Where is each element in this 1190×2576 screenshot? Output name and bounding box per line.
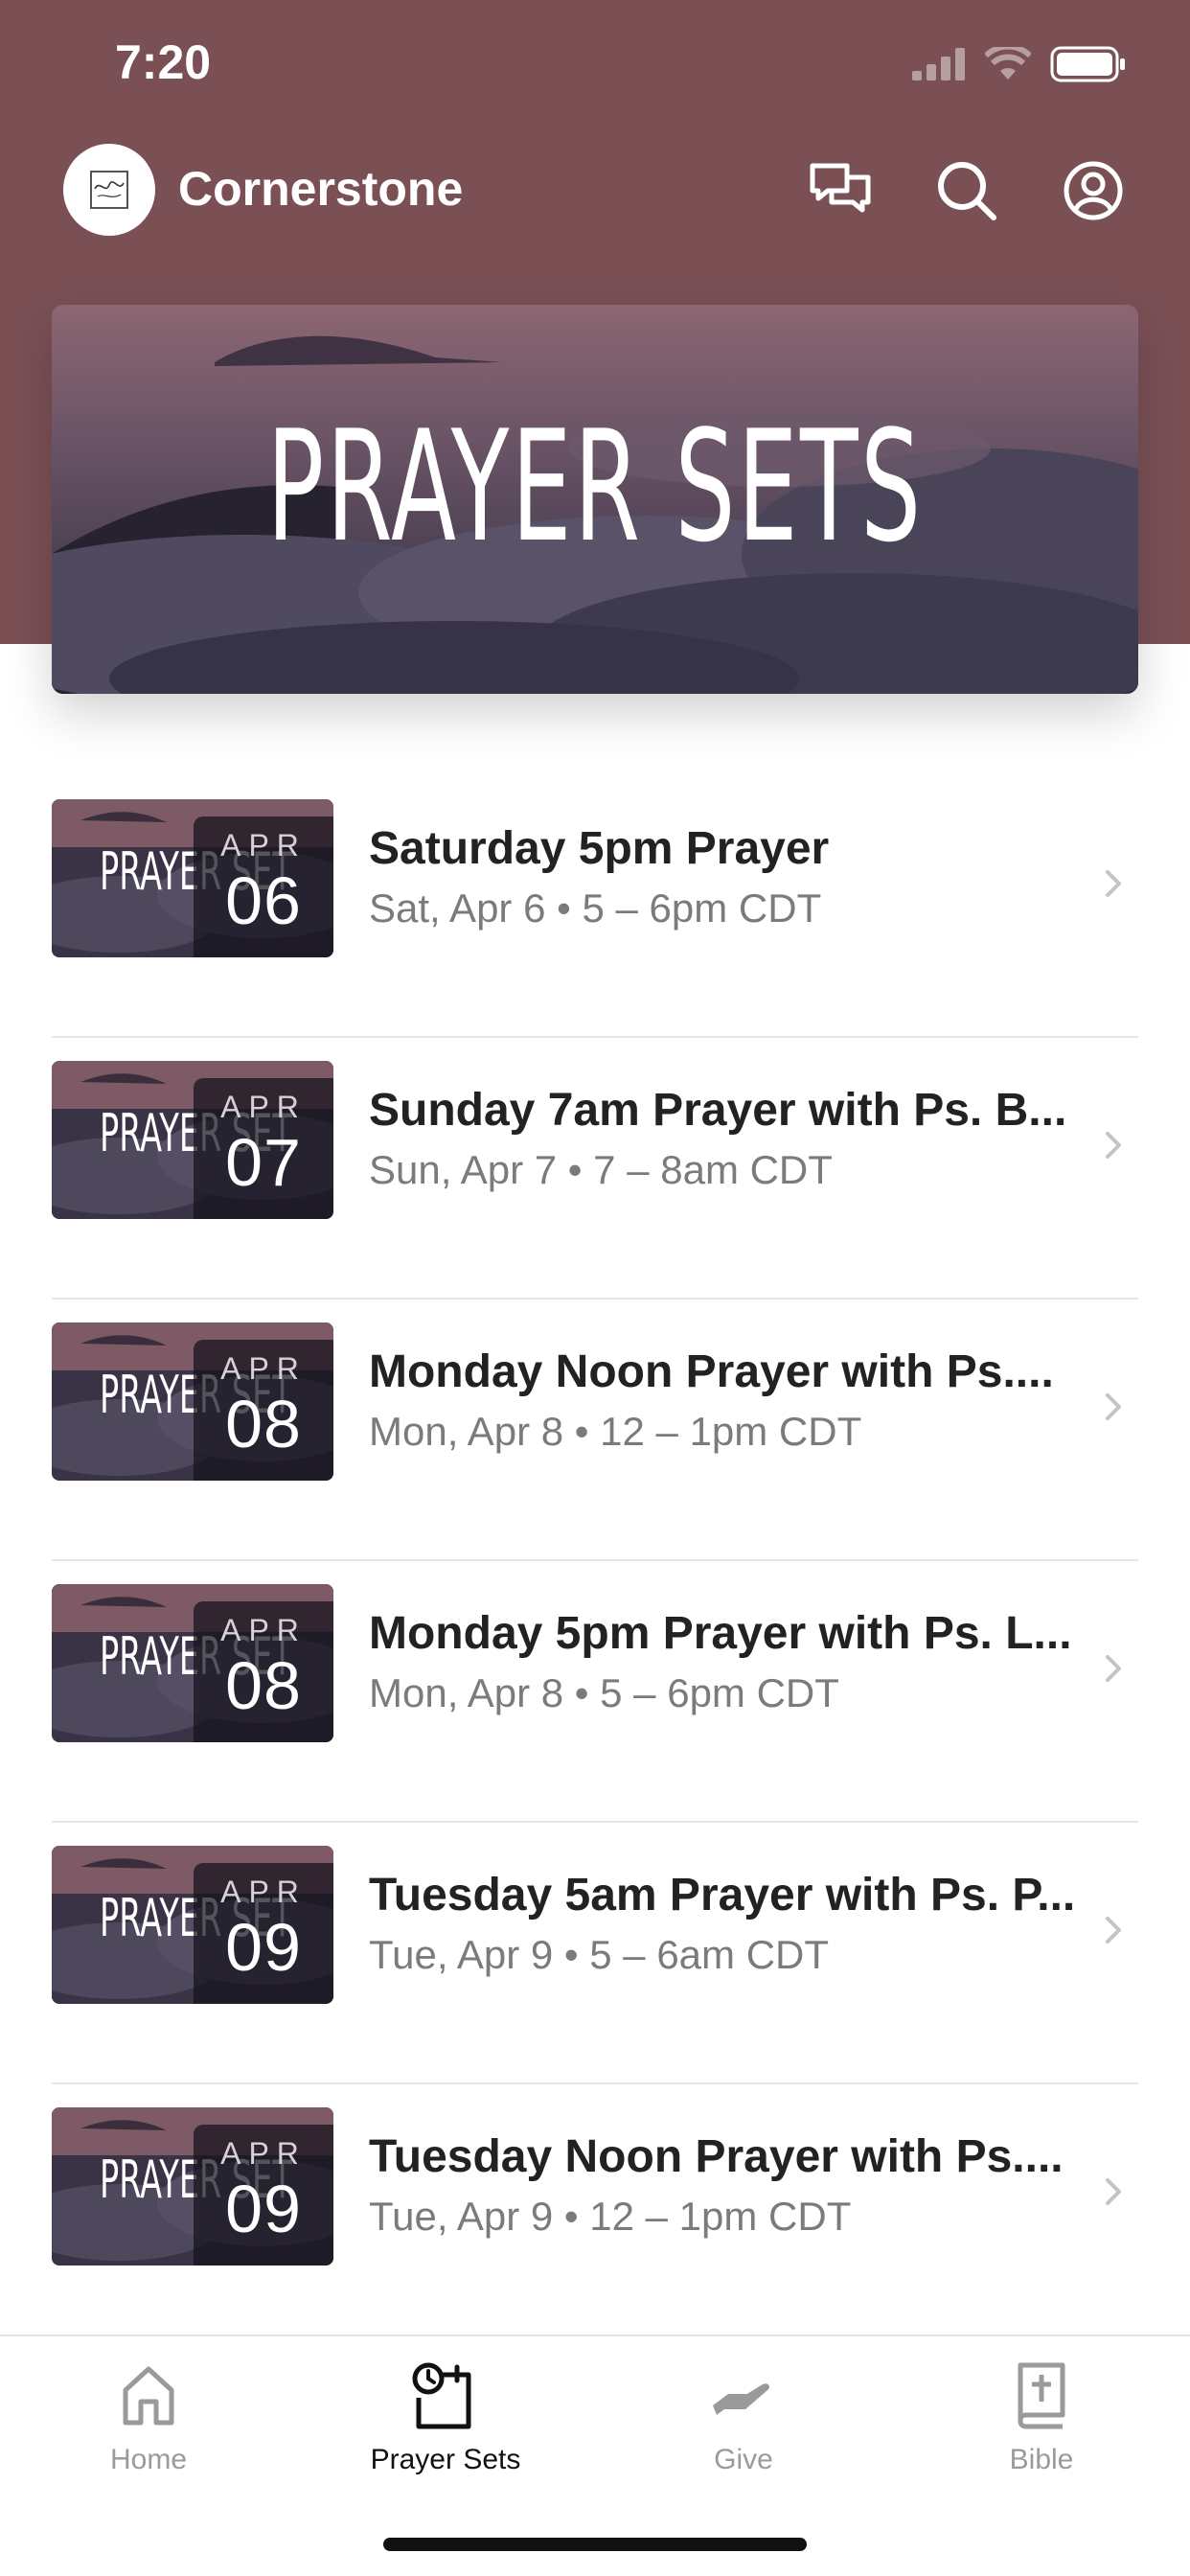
date-day: 06 bbox=[225, 863, 302, 938]
status-bar: 7:20 bbox=[0, 0, 1190, 134]
tab-bible-label: Bible bbox=[1009, 2444, 1074, 2475]
event-time: Tue, Apr 9 • 5 – 6am CDT bbox=[369, 1932, 830, 1977]
event-thumbnail: PRAYER SET APR 09 bbox=[52, 1846, 333, 2004]
event-title: Sunday 7am Prayer with Ps. B... bbox=[369, 1085, 1067, 1136]
event-thumbnail: PRAYER SET APR 08 bbox=[52, 1322, 333, 1481]
bible-icon bbox=[1018, 2362, 1065, 2429]
status-time: 7:20 bbox=[115, 35, 212, 89]
event-thumbnail: PRAYER SET APR 06 bbox=[52, 799, 333, 957]
chevron-right-icon bbox=[1106, 2178, 1121, 2205]
prayer-sets-banner: PRAYER SETS bbox=[52, 305, 1138, 694]
list-item[interactable]: PRAYER SET APR 07 Sunday 7am Prayer with… bbox=[0, 1038, 1190, 1300]
chevron-right-icon bbox=[1106, 1393, 1121, 1420]
header-actions bbox=[801, 155, 1133, 226]
battery-icon bbox=[1050, 46, 1125, 82]
date-badge: APR 09 bbox=[194, 1863, 333, 2004]
tab-prayer-sets-label: Prayer Sets bbox=[370, 2444, 521, 2475]
event-time: Sat, Apr 6 • 5 – 6pm CDT bbox=[369, 886, 822, 931]
list-item[interactable]: PRAYER SET APR 09 Tuesday 5am Prayer wit… bbox=[0, 1823, 1190, 2084]
event-title: Monday 5pm Prayer with Ps. L... bbox=[369, 1608, 1072, 1659]
give-icon bbox=[713, 2383, 769, 2415]
wifi-icon bbox=[985, 47, 1031, 80]
date-day: 09 bbox=[225, 1910, 302, 1985]
date-badge: APR 09 bbox=[194, 2125, 333, 2266]
profile-button[interactable] bbox=[1054, 155, 1133, 226]
date-month: APR bbox=[220, 1613, 307, 1647]
home-indicator bbox=[383, 2538, 807, 2551]
date-day: 07 bbox=[225, 1125, 302, 1200]
messages-button[interactable] bbox=[801, 155, 880, 226]
event-thumbnail: PRAYER SET APR 08 bbox=[52, 1584, 333, 1742]
date-day: 08 bbox=[225, 1648, 302, 1723]
event-title: Monday Noon Prayer with Ps.... bbox=[369, 1346, 1054, 1397]
date-day: 09 bbox=[225, 2172, 302, 2246]
signal-icon bbox=[912, 48, 965, 80]
list-item[interactable]: PRAYER SET APR 06 Saturday 5pm Prayer Sa… bbox=[0, 776, 1190, 1038]
app-title: Cornerstone bbox=[178, 162, 464, 216]
chevron-right-icon bbox=[1106, 1917, 1121, 1944]
chevron-right-icon bbox=[1106, 870, 1121, 897]
date-badge: APR 07 bbox=[194, 1078, 333, 1219]
event-title: Tuesday 5am Prayer with Ps. P... bbox=[369, 1870, 1076, 1920]
list-item[interactable]: PRAYER SET APR 08 Monday 5pm Prayer with… bbox=[0, 1561, 1190, 1823]
prayer-sets-icon bbox=[412, 2362, 471, 2429]
date-month: APR bbox=[220, 1874, 307, 1909]
event-thumbnail: PRAYER SET APR 09 bbox=[52, 2107, 333, 2266]
date-badge: APR 08 bbox=[194, 1340, 333, 1481]
chat-icon bbox=[810, 163, 871, 213]
banner-title: PRAYER SETS bbox=[266, 397, 924, 576]
app-header: Cornerstone bbox=[0, 134, 1190, 247]
event-time: Mon, Apr 8 • 12 – 1pm CDT bbox=[369, 1409, 862, 1454]
church-logo[interactable] bbox=[63, 144, 155, 236]
tab-home-label: Home bbox=[109, 2444, 188, 2475]
date-month: APR bbox=[220, 1351, 307, 1386]
chevron-right-icon bbox=[1106, 1132, 1121, 1159]
event-title: Saturday 5pm Prayer bbox=[369, 823, 830, 874]
list-item[interactable]: PRAYER SET APR 09 Tuesday Noon Prayer wi… bbox=[0, 2084, 1190, 2346]
event-time: Mon, Apr 8 • 5 – 6pm CDT bbox=[369, 1670, 839, 1715]
tab-home[interactable]: Home bbox=[0, 2356, 297, 2499]
search-button[interactable] bbox=[927, 155, 1006, 226]
date-month: APR bbox=[220, 828, 307, 862]
logo-mark bbox=[90, 171, 128, 209]
list-item[interactable]: PRAYER SET APR 08 Monday Noon Prayer wit… bbox=[0, 1300, 1190, 1561]
date-badge: APR 06 bbox=[194, 816, 333, 957]
date-day: 08 bbox=[225, 1387, 302, 1461]
tab-give-label: Give bbox=[714, 2444, 773, 2475]
profile-icon bbox=[1064, 161, 1123, 220]
date-badge: APR 08 bbox=[194, 1601, 333, 1742]
tab-bible[interactable]: Bible bbox=[893, 2356, 1190, 2499]
event-time: Sun, Apr 7 • 7 – 8am CDT bbox=[369, 1147, 833, 1192]
search-icon bbox=[938, 162, 996, 220]
logo-signature-icon bbox=[94, 181, 125, 197]
event-title: Tuesday Noon Prayer with Ps.... bbox=[369, 2131, 1064, 2182]
tab-give[interactable]: Give bbox=[595, 2356, 892, 2499]
home-icon bbox=[123, 2366, 174, 2426]
date-month: APR bbox=[220, 2136, 307, 2171]
event-thumbnail: PRAYER SET APR 07 bbox=[52, 1061, 333, 1219]
status-icons bbox=[912, 46, 1127, 82]
date-month: APR bbox=[220, 1090, 307, 1124]
prayer-set-list: PRAYER SET APR 06 Saturday 5pm Prayer Sa… bbox=[0, 776, 1190, 2346]
chevron-right-icon bbox=[1106, 1655, 1121, 1682]
event-time: Tue, Apr 9 • 12 – 1pm CDT bbox=[369, 2194, 852, 2239]
tab-prayer-sets[interactable]: Prayer Sets bbox=[297, 2356, 594, 2499]
